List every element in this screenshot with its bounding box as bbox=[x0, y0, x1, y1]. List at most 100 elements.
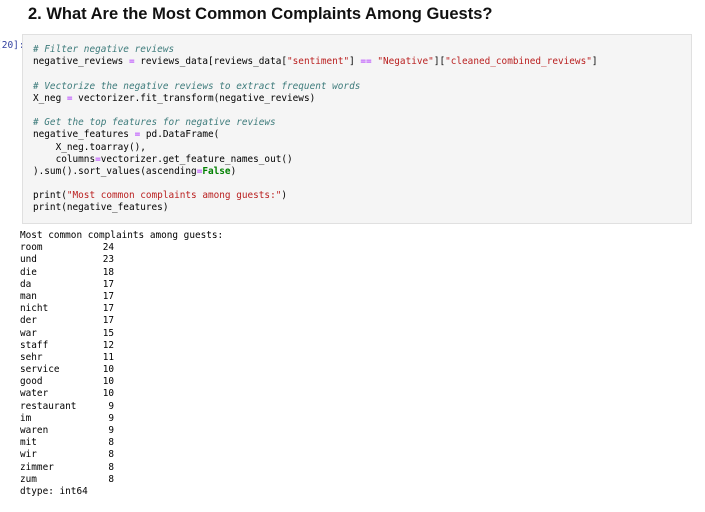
output-row: war 15 bbox=[20, 328, 223, 340]
output-row-count: 17 bbox=[102, 303, 114, 315]
output-row: water 10 bbox=[20, 388, 223, 400]
code-line-11: ).sum().sort_values(ascending=False) bbox=[33, 166, 691, 178]
code-line-8: negative_features = pd.DataFrame( bbox=[33, 129, 691, 141]
output-series: room 24 und 23 die 18 da 17 man 17 nicht 17 der 17 war… bbox=[20, 242, 223, 486]
output-header: Most common complaints among guests: bbox=[20, 230, 224, 241]
code-line-13: print("Most common complaints among gues… bbox=[33, 190, 691, 202]
code-token: negative_features bbox=[33, 129, 135, 141]
output-row: sehr 11 bbox=[20, 352, 223, 364]
output-row-count: 8 bbox=[108, 473, 114, 485]
output-row: nicht 17 bbox=[20, 303, 223, 315]
output-row: mit 8 bbox=[20, 437, 223, 449]
output-row: die 18 bbox=[20, 267, 223, 279]
output-row: man 17 bbox=[20, 291, 223, 303]
code-token: X_neg.toarray(), bbox=[33, 141, 146, 153]
code-token: pd.DataFrame( bbox=[140, 129, 220, 141]
code-token: ) bbox=[230, 165, 237, 177]
code-token: ).sum().sort_values(ascending bbox=[33, 165, 197, 177]
code-string: "Most common complaints among guests:" bbox=[66, 190, 282, 202]
code-string: "cleaned_combined_reviews" bbox=[445, 56, 592, 68]
output-row-count: 8 bbox=[108, 461, 114, 473]
output-row-word: waren bbox=[20, 425, 49, 436]
output-row-count: 8 bbox=[108, 449, 114, 461]
output-row-count: 24 bbox=[102, 242, 114, 254]
output-row-word: nicht bbox=[20, 303, 49, 315]
code-editor[interactable]: # Filter negative reviews negative_revie… bbox=[22, 34, 692, 224]
output-row: good 10 bbox=[20, 376, 223, 388]
code-token: ] bbox=[349, 56, 361, 68]
output-row: waren 9 bbox=[20, 425, 223, 437]
output-row-word: im bbox=[20, 412, 32, 424]
output-row-count: 10 bbox=[102, 376, 114, 388]
code-comment: # Get the top features for negative revi… bbox=[33, 117, 276, 129]
output-row-word: und bbox=[20, 254, 37, 266]
output-row-count: 15 bbox=[102, 327, 114, 339]
code-token: negative_reviews bbox=[33, 56, 129, 68]
code-comment: # Filter negative reviews bbox=[33, 44, 175, 55]
code-token: print( bbox=[33, 190, 67, 202]
code-token: columns bbox=[33, 153, 96, 165]
code-operator: == bbox=[360, 56, 372, 68]
output-row: und 23 bbox=[20, 254, 223, 266]
output-row: zum 8 bbox=[20, 474, 223, 486]
output-row-count: 18 bbox=[102, 266, 114, 278]
output-row-count: 10 bbox=[102, 364, 114, 376]
code-line-9: X_neg.toarray(), bbox=[33, 142, 691, 154]
cell-output: Most common complaints among guests: roo… bbox=[20, 230, 223, 498]
code-line-5: X_neg = vectorizer.fit_transform(negativ… bbox=[33, 93, 691, 105]
output-row-word: der bbox=[20, 315, 37, 327]
output-row-word: wir bbox=[20, 449, 37, 461]
output-row: room 24 bbox=[20, 242, 223, 254]
section-heading: 2. What Are the Most Common Complaints A… bbox=[28, 5, 493, 23]
code-token: vectorizer.get_feature_names_out() bbox=[100, 153, 293, 165]
code-token: reviews_data[reviews_data[ bbox=[134, 56, 288, 68]
output-row: da 17 bbox=[20, 279, 223, 291]
output-row-word: room bbox=[20, 242, 43, 254]
output-row-count: 11 bbox=[102, 351, 114, 363]
code-token: ] bbox=[591, 56, 598, 68]
output-row-count: 17 bbox=[102, 278, 114, 290]
output-row-word: zum bbox=[20, 473, 37, 485]
output-row-word: die bbox=[20, 266, 37, 278]
output-row: zimmer 8 bbox=[20, 462, 223, 474]
output-row-word: da bbox=[20, 278, 32, 290]
output-row-word: sehr bbox=[20, 351, 43, 363]
code-token: ][ bbox=[433, 56, 446, 68]
output-row: wir 8 bbox=[20, 449, 223, 461]
output-row-word: good bbox=[20, 376, 43, 388]
output-row-count: 9 bbox=[108, 400, 114, 412]
output-row: der 17 bbox=[20, 315, 223, 327]
output-row-count: 12 bbox=[102, 339, 114, 351]
output-dtype: dtype: int64 bbox=[20, 485, 88, 497]
output-row-count: 8 bbox=[108, 437, 114, 449]
output-row: restaurant 9 bbox=[20, 401, 223, 413]
output-row-word: restaurant bbox=[20, 400, 77, 412]
code-line-2: negative_reviews = reviews_data[reviews_… bbox=[33, 56, 691, 68]
code-string: "sentiment" bbox=[287, 56, 350, 68]
output-row-count: 9 bbox=[108, 412, 114, 424]
output-row-count: 10 bbox=[102, 388, 114, 400]
code-line-7: # Get the top features for negative revi… bbox=[33, 117, 691, 129]
output-row-word: zimmer bbox=[20, 461, 54, 473]
code-line-10: columns=vectorizer.get_feature_names_out… bbox=[33, 154, 691, 166]
code-line-14: print(negative_features) bbox=[33, 202, 691, 214]
code-token: ) bbox=[281, 190, 288, 202]
code-line-1: # Filter negative reviews bbox=[33, 44, 691, 56]
output-row-count: 9 bbox=[108, 425, 114, 436]
code-comment: # Vectorize the negative reviews to extr… bbox=[33, 80, 361, 92]
code-token: X_neg bbox=[33, 92, 67, 104]
output-row-count: 17 bbox=[102, 290, 114, 302]
output-row-word: water bbox=[20, 388, 49, 400]
code-string: "Negative" bbox=[377, 56, 434, 68]
output-row-word: war bbox=[20, 327, 37, 339]
code-keyword: False bbox=[202, 165, 231, 177]
code-token: print(negative_features) bbox=[33, 202, 169, 214]
output-row-word: staff bbox=[20, 339, 49, 351]
output-row: service 10 bbox=[20, 364, 223, 376]
output-row: im 9 bbox=[20, 413, 223, 425]
output-row-count: 23 bbox=[102, 254, 114, 266]
output-row-word: man bbox=[20, 290, 37, 302]
output-row-word: service bbox=[20, 364, 60, 376]
